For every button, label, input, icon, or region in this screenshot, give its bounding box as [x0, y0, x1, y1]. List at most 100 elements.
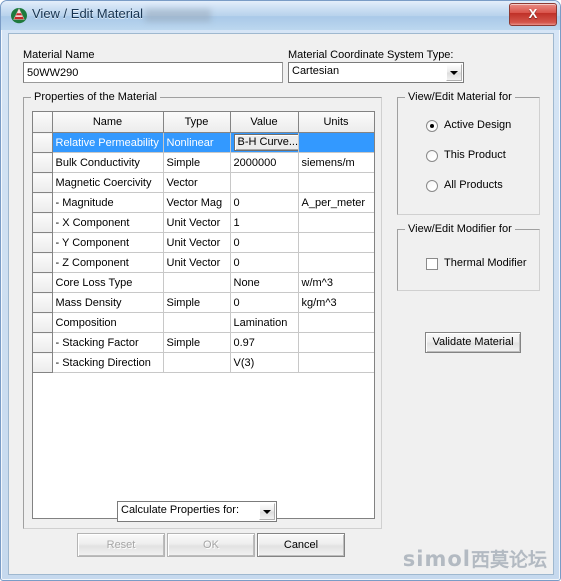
- title-bar[interactable]: View / Edit Material X: [1, 1, 560, 30]
- cell-units[interactable]: [298, 312, 374, 333]
- checkbox-icon-thermal-modifier[interactable]: [426, 258, 438, 270]
- col-header-units[interactable]: Units: [298, 112, 374, 133]
- cell-value[interactable]: 0: [230, 232, 299, 253]
- cell-type[interactable]: Simple: [163, 292, 231, 313]
- app-icon: [11, 8, 27, 24]
- cell-value[interactable]: [230, 172, 299, 193]
- close-button[interactable]: X: [509, 3, 557, 26]
- row-selector-cell[interactable]: [33, 232, 53, 253]
- table-row[interactable]: Bulk Conductivity Simple 2000000 siemens/m: [33, 152, 374, 173]
- cell-units[interactable]: [298, 212, 374, 233]
- cell-value[interactable]: B-H Curve...: [230, 132, 299, 153]
- table-row[interactable]: - Y Component Unit Vector 0: [33, 232, 374, 253]
- watermark-latin: simol: [402, 547, 471, 571]
- coord-system-combo[interactable]: Cartesian: [288, 62, 464, 83]
- cell-name[interactable]: Composition: [52, 312, 164, 333]
- cell-units[interactable]: [298, 332, 374, 353]
- cell-type[interactable]: Unit Vector: [163, 232, 231, 253]
- cell-name[interactable]: Bulk Conductivity: [52, 152, 164, 173]
- cell-value[interactable]: 1: [230, 212, 299, 233]
- row-selector-cell[interactable]: [33, 352, 53, 373]
- cell-type[interactable]: Vector: [163, 172, 231, 193]
- cell-units[interactable]: [298, 172, 374, 193]
- cell-units[interactable]: siemens/m: [298, 152, 374, 173]
- radio-button-icon-all-products[interactable]: [426, 180, 438, 192]
- row-selector-cell[interactable]: [33, 152, 53, 173]
- validate-material-button[interactable]: Validate Material: [425, 332, 521, 353]
- bh-curve-button[interactable]: B-H Curve...: [233, 134, 297, 151]
- cell-name[interactable]: - Stacking Factor: [52, 332, 164, 353]
- col-header-type[interactable]: Type: [163, 112, 231, 133]
- col-header-name[interactable]: Name: [52, 112, 164, 133]
- cell-name[interactable]: Core Loss Type: [52, 272, 164, 293]
- table-row[interactable]: Magnetic Coercivity Vector: [33, 172, 374, 193]
- table-row[interactable]: Composition Lamination: [33, 312, 374, 333]
- calculate-properties-value: Calculate Properties for:: [121, 504, 239, 516]
- col-header-value[interactable]: Value: [230, 112, 299, 133]
- cell-type[interactable]: Simple: [163, 152, 231, 173]
- row-selector-cell[interactable]: [33, 212, 53, 233]
- cell-value[interactable]: 0: [230, 292, 299, 313]
- cell-value[interactable]: 0: [230, 252, 299, 273]
- radio-label-all-products: All Products: [444, 179, 503, 191]
- cell-name[interactable]: - Z Component: [52, 252, 164, 273]
- cell-type[interactable]: Nonlinear: [163, 132, 231, 153]
- cell-value[interactable]: None: [230, 272, 299, 293]
- table-row[interactable]: - Stacking Direction V(3): [33, 352, 374, 373]
- cell-value[interactable]: Lamination: [230, 312, 299, 333]
- cancel-button[interactable]: Cancel: [257, 533, 345, 557]
- cell-value[interactable]: 0.97: [230, 332, 299, 353]
- chevron-down-icon-calculate[interactable]: [259, 503, 275, 520]
- view-edit-modifier-for-group: View/Edit Modifier for Thermal Modifier: [397, 223, 540, 291]
- table-row[interactable]: Core Loss Type None w/m^3: [33, 272, 374, 293]
- radio-button-icon-this-product[interactable]: [426, 150, 438, 162]
- row-selector-cell[interactable]: [33, 292, 53, 313]
- cell-units[interactable]: [298, 252, 374, 273]
- cell-units[interactable]: [298, 352, 374, 373]
- cell-units[interactable]: w/m^3: [298, 272, 374, 293]
- cell-type[interactable]: [163, 272, 231, 293]
- cell-type[interactable]: Vector Mag: [163, 192, 231, 213]
- cell-units[interactable]: kg/m^3: [298, 292, 374, 313]
- cell-units[interactable]: [298, 232, 374, 253]
- reset-button[interactable]: Reset: [77, 533, 165, 557]
- cell-type[interactable]: Simple: [163, 332, 231, 353]
- table-row[interactable]: Mass Density Simple 0 kg/m^3: [33, 292, 374, 313]
- material-name-input[interactable]: [23, 62, 283, 83]
- redacted-title-suffix: [145, 9, 211, 22]
- table-row[interactable]: - Magnitude Vector Mag 0 A_per_meter: [33, 192, 374, 213]
- chevron-down-icon[interactable]: [446, 64, 462, 81]
- cell-type[interactable]: Unit Vector: [163, 212, 231, 233]
- cell-name[interactable]: Mass Density: [52, 292, 164, 313]
- cell-name[interactable]: - Y Component: [52, 232, 164, 253]
- material-name-label: Material Name: [23, 49, 95, 61]
- row-selector-cell[interactable]: [33, 312, 53, 333]
- table-row[interactable]: - X Component Unit Vector 1: [33, 212, 374, 233]
- cell-units[interactable]: A_per_meter: [298, 192, 374, 213]
- cell-name[interactable]: Relative Permeability: [52, 132, 164, 153]
- cell-name[interactable]: - Magnitude: [52, 192, 164, 213]
- cell-name[interactable]: - Stacking Direction: [52, 352, 164, 373]
- cell-name[interactable]: - X Component: [52, 212, 164, 233]
- cell-type[interactable]: [163, 352, 231, 373]
- cell-units[interactable]: [298, 132, 374, 153]
- table-row[interactable]: - Z Component Unit Vector 0: [33, 252, 374, 273]
- row-selector-cell[interactable]: [33, 252, 53, 273]
- ok-button[interactable]: OK: [167, 533, 255, 557]
- col-header-rownum[interactable]: [33, 112, 53, 133]
- cell-value[interactable]: V(3): [230, 352, 299, 373]
- row-selector-cell[interactable]: [33, 132, 53, 153]
- row-selector-cell[interactable]: [33, 332, 53, 353]
- row-selector-cell[interactable]: [33, 192, 53, 213]
- table-row[interactable]: - Stacking Factor Simple 0.97: [33, 332, 374, 353]
- cell-value[interactable]: 2000000: [230, 152, 299, 173]
- cell-type[interactable]: Unit Vector: [163, 252, 231, 273]
- radio-button-icon-active-design[interactable]: [426, 120, 438, 132]
- table-row[interactable]: Relative Permeability Nonlinear B-H Curve.…: [33, 132, 374, 153]
- cell-name[interactable]: Magnetic Coercivity: [52, 172, 164, 193]
- calculate-properties-combo[interactable]: Calculate Properties for:: [117, 501, 277, 522]
- cell-value[interactable]: 0: [230, 192, 299, 213]
- row-selector-cell[interactable]: [33, 172, 53, 193]
- cell-type[interactable]: [163, 312, 231, 333]
- row-selector-cell[interactable]: [33, 272, 53, 293]
